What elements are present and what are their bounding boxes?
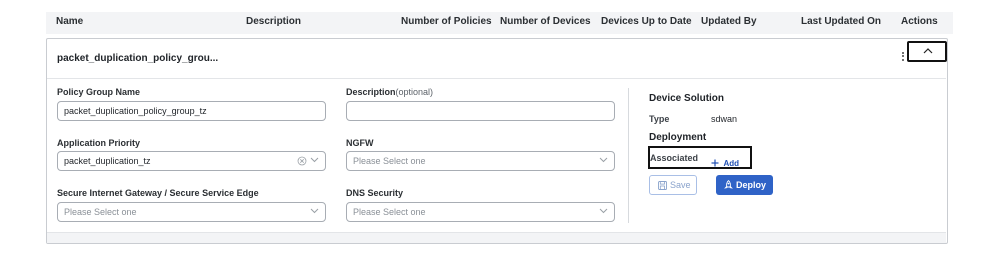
column-header-number-of-devices[interactable]: Number of Devices (500, 16, 591, 27)
kebab-menu-icon[interactable] (900, 50, 906, 64)
dns-security-placeholder: Please Select one (353, 207, 426, 217)
column-header-devices-up-to-date[interactable]: Devices Up to Date (601, 16, 692, 27)
description-input[interactable] (346, 101, 615, 121)
column-header-number-of-policies[interactable]: Number of Policies (401, 16, 492, 27)
description-label: Description(optional) (346, 87, 434, 97)
ngfw-select[interactable]: Please Select one (346, 151, 615, 171)
associated-label: Associated (650, 153, 699, 163)
deploy-label: Deploy (736, 180, 767, 190)
deploy-button[interactable]: Deploy (716, 175, 773, 195)
add-label: Add (723, 159, 740, 168)
deployment-title: Deployment (649, 132, 707, 143)
ngfw-placeholder: Please Select one (353, 156, 426, 166)
chevron-down-icon (310, 208, 319, 214)
add-link[interactable]: Add (711, 153, 739, 171)
column-header-actions: Actions (901, 16, 938, 27)
card-footer-strip (47, 232, 946, 243)
collapse-button[interactable] (907, 41, 947, 62)
sig-sse-label: Secure Internet Gateway / Secure Service… (57, 188, 259, 198)
policy-group-title: packet_duplication_policy_grou... (57, 53, 219, 64)
save-button[interactable]: Save (649, 175, 697, 195)
column-header-updated-by[interactable]: Updated By (701, 16, 757, 27)
column-header-name[interactable]: Name (56, 16, 83, 27)
ngfw-label: NGFW (346, 138, 374, 148)
sig-sse-placeholder: Please Select one (64, 207, 137, 217)
floppy-disk-icon (658, 181, 667, 190)
rocket-icon (724, 180, 733, 189)
column-header-last-updated-on[interactable]: Last Updated On (801, 16, 881, 27)
type-value: sdwan (711, 114, 738, 124)
column-divider (628, 88, 629, 223)
device-solution-title: Device Solution (649, 93, 725, 104)
clear-circle-icon[interactable] (297, 156, 307, 166)
application-priority-label: Application Priority (57, 138, 141, 148)
save-label: Save (670, 180, 691, 190)
sig-sse-select[interactable]: Please Select one (57, 202, 326, 222)
dns-security-select[interactable]: Please Select one (346, 202, 615, 222)
dns-security-label: DNS Security (346, 188, 404, 198)
application-priority-select[interactable]: packet_duplication_tz (57, 151, 326, 171)
chevron-down-icon (599, 157, 608, 163)
chevron-down-icon (599, 208, 608, 214)
plus-icon (711, 159, 719, 167)
chevron-up-icon (923, 48, 933, 54)
application-priority-value: packet_duplication_tz (64, 156, 151, 166)
chevron-down-icon (310, 157, 319, 163)
type-label: Type (649, 114, 670, 124)
policy-group-name-input[interactable]: packet_duplication_policy_group_tz (57, 101, 326, 121)
policy-group-name-label: Policy Group Name (57, 87, 141, 97)
column-header-description[interactable]: Description (246, 16, 301, 27)
